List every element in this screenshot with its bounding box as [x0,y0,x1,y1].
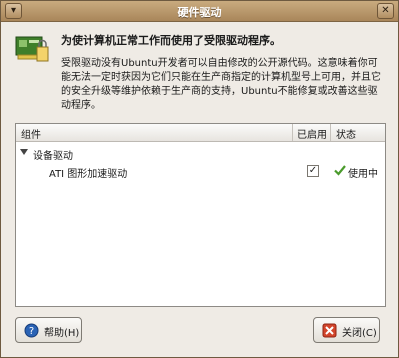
drivers-table: 组件 已启用 状态 设备驱动 ATI 图形加速驱动 ✓ 使用中 [15,123,386,307]
title-bar[interactable]: ▾ 硬件驱动 ✕ [1,1,398,22]
window-title: 硬件驱动 [177,6,222,19]
column-header-enabled[interactable]: 已启用 [297,126,327,141]
svg-text:?: ? [29,326,34,337]
table-header: 组件 已启用 状态 [16,124,385,142]
help-icon: ? [24,323,39,338]
column-header-component[interactable]: 组件 [21,126,41,141]
group-label: 设备驱动 [33,151,73,162]
driver-name: ATI 图形加速驱动 [49,169,128,180]
hardware-drivers-window: ▾ 硬件驱动 ✕ 为使计算机正常工作而使用了受限驱动程序。 受限驱动没有Ubun… [0,0,399,358]
column-separator [330,124,331,141]
check-icon [334,165,346,176]
help-button-label: 帮助(H) [44,328,80,339]
table-row[interactable]: ATI 图形加速驱动 ✓ 使用中 [16,162,385,180]
page-title: 为使计算机正常工作而使用了受限驱动程序。 [61,34,281,47]
column-header-status[interactable]: 状态 [336,126,356,141]
close-icon [322,323,337,338]
window-close-button[interactable]: ✕ [377,3,394,19]
restricted-drivers-description: 受限驱动没有Ubuntu开发者可以自由修改的公开源代码。这意味着你可能无法一定时… [61,58,381,111]
close-button-label: 关闭(C) [342,328,377,339]
group-row-device-drivers[interactable]: 设备驱动 [16,144,385,162]
column-separator [292,124,293,141]
close-button[interactable]: 关闭(C) [313,317,380,343]
status-label: 使用中 [348,169,378,180]
enabled-checkbox[interactable]: ✓ [307,165,319,177]
hardware-card-icon [15,36,49,62]
help-button[interactable]: ? 帮助(H) [15,317,82,343]
close-icon: ✕ [381,5,390,16]
expander-arrow-icon[interactable] [20,149,28,155]
